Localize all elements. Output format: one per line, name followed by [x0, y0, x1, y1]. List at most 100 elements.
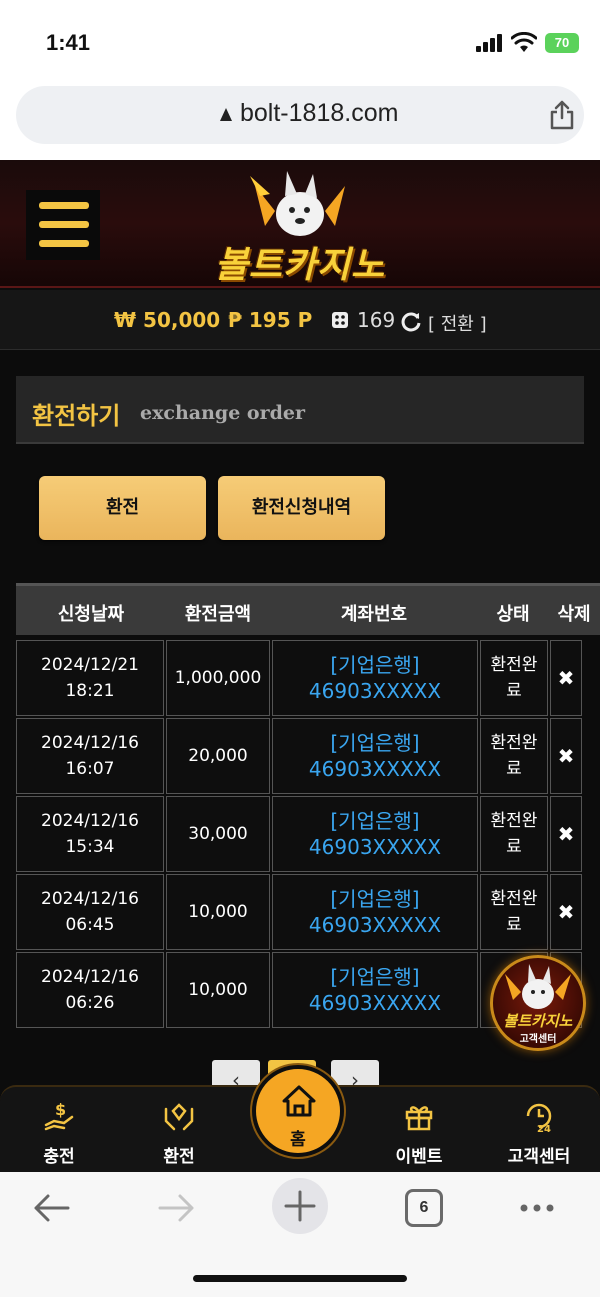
nav-exchange[interactable]: 환전	[129, 1087, 229, 1172]
section-title-kr: 환전하기	[32, 402, 121, 430]
wifi-icon	[511, 32, 537, 52]
cell-date-time: 16:07	[65, 759, 115, 779]
forward-arrow-icon[interactable]	[154, 1186, 198, 1230]
cell-delete[interactable]: ✖	[550, 640, 582, 716]
status-time: 1:41	[46, 30, 91, 55]
cell-delete-delete: ✖	[557, 822, 575, 846]
cell-amount: 30,000	[166, 796, 270, 872]
cell-status-status2: 료	[506, 759, 522, 779]
cell-delete[interactable]: ✖	[550, 874, 582, 950]
point-balance: ₱ 195 P	[228, 308, 312, 332]
cell-amount: 1,000,000	[166, 640, 270, 716]
section-title: 환전하기 exchange order	[16, 376, 584, 444]
nav-event[interactable]: 이벤트	[369, 1087, 469, 1172]
cell-date-time: 18:21	[65, 681, 115, 701]
cash-balance: ₩ 50,000	[114, 308, 220, 332]
cell-status: 환전완 료	[480, 640, 548, 716]
exchange-button[interactable]: 환전	[39, 476, 206, 540]
cell-account-account: 46903XXXXX	[308, 835, 442, 859]
nav-home[interactable]: 홈	[252, 1065, 344, 1157]
cell-amount: 10,000	[166, 874, 270, 950]
back-arrow-icon[interactable]	[30, 1186, 74, 1230]
table-row: 2024/12/16 16:07 20,000 [기업은행] 46903XXXXX 환전완…	[16, 718, 600, 794]
header-amount: 환전금액	[184, 604, 252, 625]
badge-subtitle: 고객센터	[519, 1034, 557, 1045]
table-row: 2024/12/21 18:21 1,000,000 [기업은행] 46903XXXXX…	[16, 640, 600, 716]
cell-date: 2024/12/16 06:45	[16, 874, 164, 950]
cell-account: [기업은행] 46903XXXXX	[272, 640, 478, 716]
cell-amount: 10,000	[166, 952, 270, 1028]
lock-icon	[220, 108, 232, 121]
customer-center-badge[interactable]: 볼트카지노 고객센터	[490, 955, 586, 1051]
cell-status: 환전완료	[480, 796, 548, 872]
cell-account: [기업은행] 46903XXXXX	[272, 874, 478, 950]
svg-text:$: $	[55, 1100, 66, 1119]
cell-date-date: 2024/12/16	[41, 889, 139, 909]
point-icon: ₱	[228, 308, 242, 332]
menu-button[interactable]	[26, 190, 100, 260]
support-24-icon: 24	[526, 1103, 552, 1133]
cell-status: 환전완료	[480, 874, 548, 950]
cell-status-status1: 환전완	[490, 733, 538, 753]
address-bar[interactable]: bolt-1818.com	[16, 86, 584, 144]
cell-date: 2024/12/21 18:21	[16, 640, 164, 716]
cell-delete[interactable]: ✖	[550, 718, 582, 794]
header-delete: 삭제	[557, 604, 591, 625]
exchange-history-button[interactable]: 환전신청내역	[218, 476, 385, 540]
cell-date-time: 06:45	[65, 915, 115, 935]
status-bar: 1:41 70	[0, 0, 600, 80]
cell-status-status1: 환전완	[490, 811, 538, 831]
nav-exchange-label: 환전	[163, 1147, 195, 1167]
nav-support[interactable]: 24 고객센터	[489, 1087, 589, 1172]
header-account: 계좌번호	[340, 604, 408, 625]
table-header: 신청날짜 환전금액 계좌번호 상태 삭제	[16, 583, 600, 635]
chip-value: 169	[357, 308, 396, 332]
header-date: 신청날짜	[57, 604, 125, 625]
cell-account: [기업은행] 46903XXXXX	[272, 796, 478, 872]
cell-date: 2024/12/16 16:07	[16, 718, 164, 794]
cell-amount-amount: 30,000	[188, 824, 248, 844]
dog-mascot-icon	[250, 171, 345, 236]
cell-date: 2024/12/16 06:26	[16, 952, 164, 1028]
convert-button[interactable]: [ 전환 ]	[428, 310, 487, 336]
nav-deposit[interactable]: $ 충전	[9, 1087, 109, 1172]
header-status: 상태	[496, 604, 530, 625]
share-icon[interactable]	[548, 100, 576, 130]
cell-account-bank: [기업은행]	[330, 731, 420, 755]
cell-account-account: 46903XXXXX	[308, 679, 442, 703]
cell-delete-delete: ✖	[557, 744, 575, 768]
exchange-hands-icon	[164, 1103, 194, 1131]
cell-delete[interactable]: ✖	[550, 796, 582, 872]
cell-date: 2024/12/16 15:34	[16, 796, 164, 872]
more-menu-icon[interactable]	[517, 1186, 557, 1230]
cell-date-date: 2024/12/16	[41, 733, 139, 753]
home-indicator	[193, 1275, 407, 1282]
balance-bar: ₩ 50,000 ₱ 195 P 169 [ 전환 ]	[0, 290, 600, 350]
plus-icon	[284, 1190, 316, 1222]
url-text: bolt-1818.com	[240, 99, 399, 127]
cell-account-bank: [기업은행]	[330, 653, 420, 677]
table-row: 2024/12/16 06:45 10,000 [기업은행] 46903XXXXX 환전완…	[16, 874, 600, 950]
cell-status-status2: 료	[506, 915, 522, 935]
refresh-icon[interactable]	[400, 310, 422, 332]
cell-account: [기업은행] 46903XXXXX	[272, 718, 478, 794]
site-header: 볼트카지노	[0, 160, 600, 288]
table-row: 2024/12/16 15:34 30,000 [기업은행] 46903XXXXX 환전완…	[16, 796, 600, 872]
cell-account-account: 46903XXXXX	[308, 913, 442, 937]
point-value: 195 P	[248, 308, 313, 332]
cell-amount-amount: 1,000,000	[174, 668, 262, 688]
cell-amount-amount: 20,000	[188, 746, 248, 766]
section-title-en: exchange order	[140, 402, 305, 424]
nav-support-label: 고객센터	[507, 1147, 571, 1167]
cell-status-status2: 료	[506, 837, 522, 857]
cell-account: [기업은행] 46903XXXXX	[272, 952, 478, 1028]
site-logo[interactable]: 볼트카지노	[195, 166, 405, 286]
cell-amount: 20,000	[166, 718, 270, 794]
cell-delete-delete: ✖	[557, 666, 575, 690]
cell-status-status1: 환전완	[490, 655, 538, 675]
cell-date-time: 15:34	[65, 837, 115, 857]
home-icon	[282, 1085, 316, 1117]
tab-switcher-button[interactable]: 6	[405, 1189, 443, 1227]
new-tab-button[interactable]	[272, 1178, 328, 1234]
cell-status-status1: 환전완	[490, 889, 538, 909]
